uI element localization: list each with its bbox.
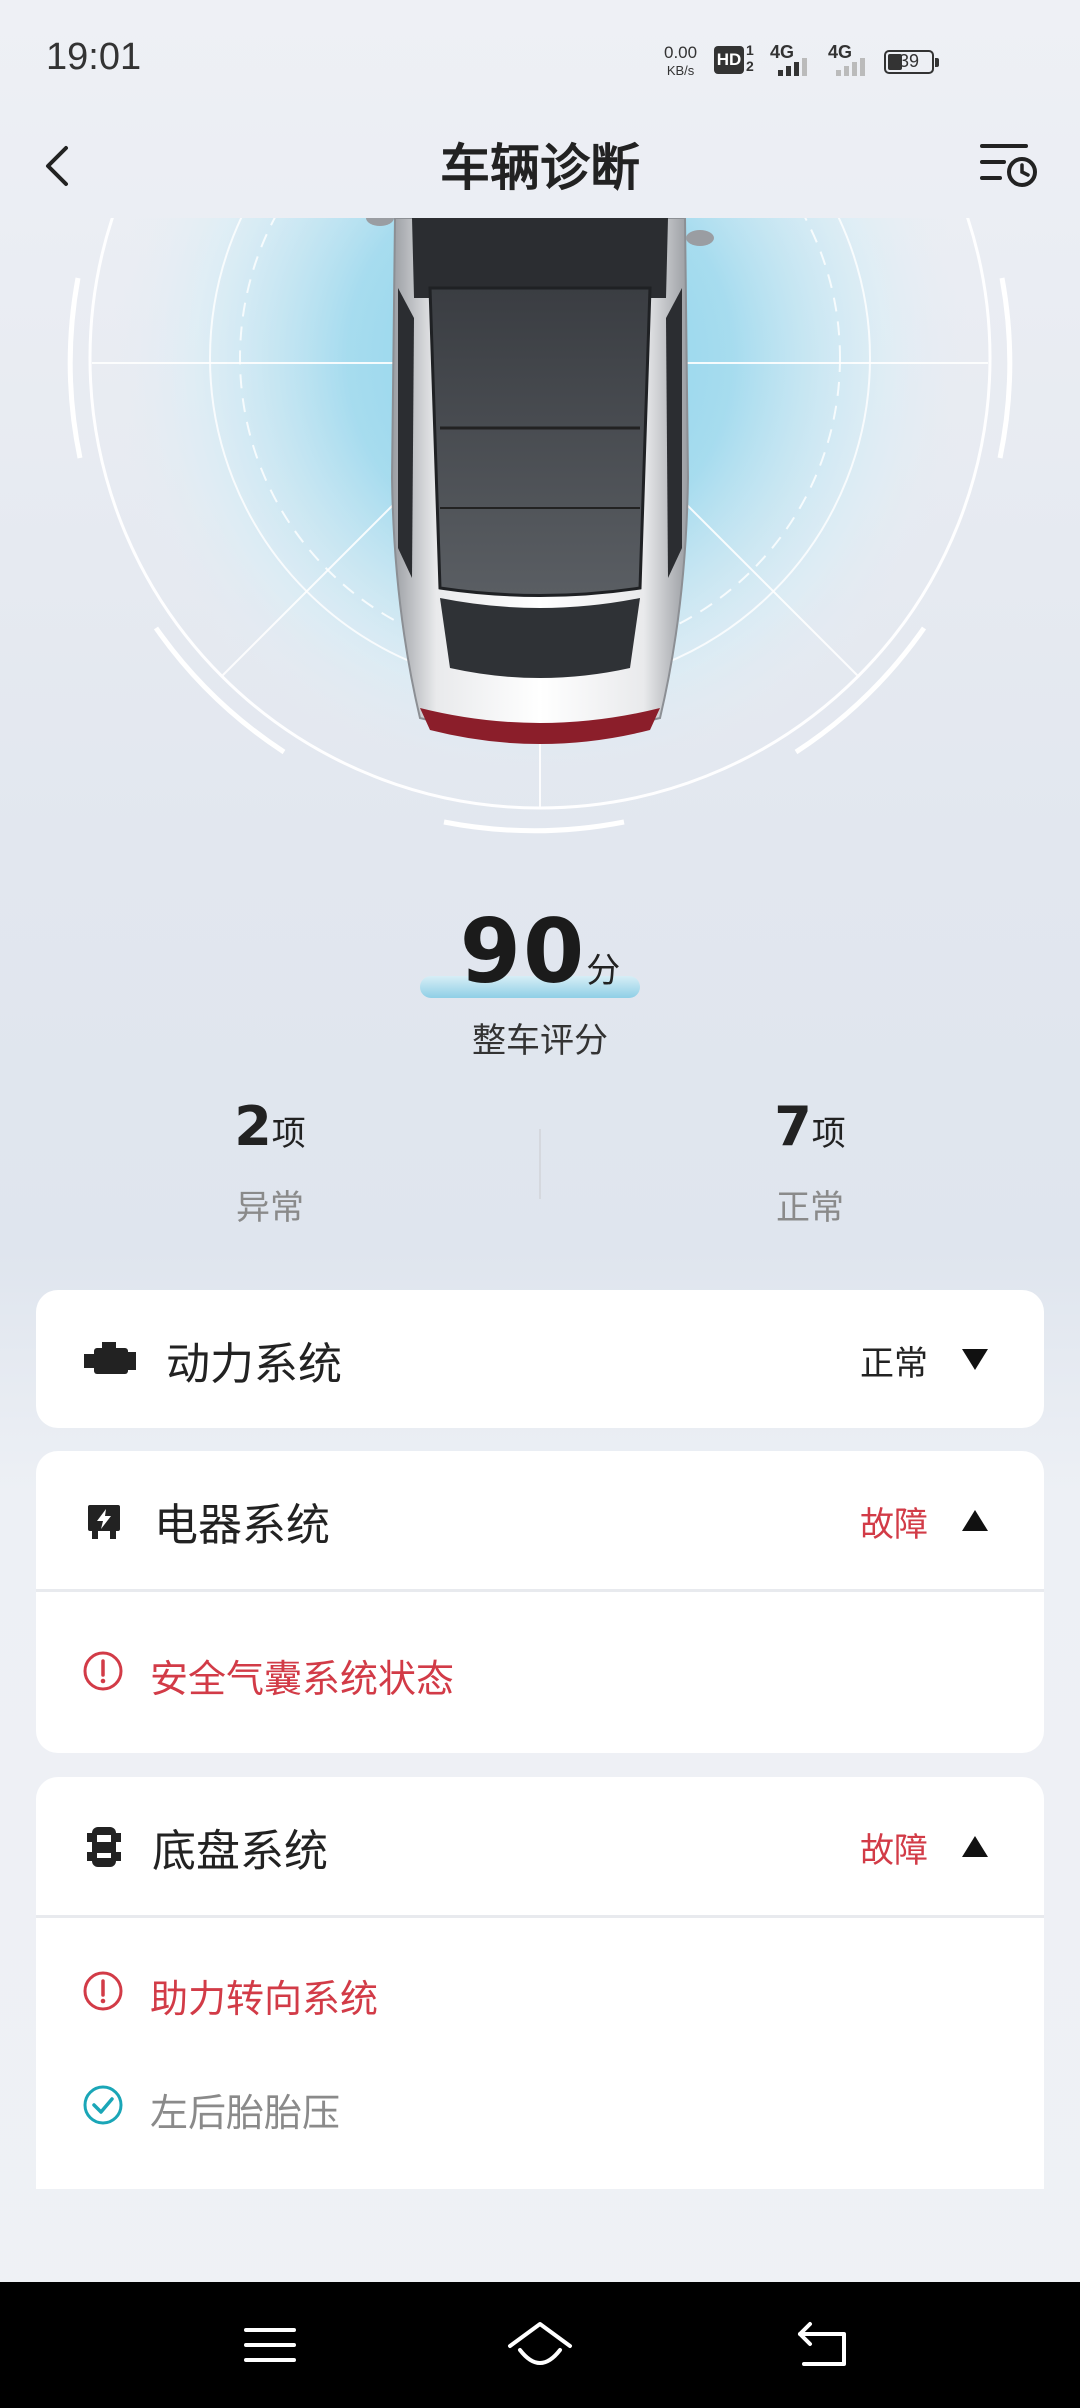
electrical-icon (88, 1505, 120, 1539)
system-status-chassis: 故障 (860, 1831, 928, 1871)
system-card-power: 动力系统 正常 (36, 1290, 1044, 1428)
abnormal-label: 异常 (236, 1188, 304, 1228)
back-icon (798, 2322, 846, 2366)
normal-unit: 项 (811, 1114, 846, 1154)
ok-item-label: 左后胎胎压 (150, 2091, 341, 2135)
hd-sub-top: 1 (746, 42, 754, 58)
signal-icon-2: 4G (826, 42, 874, 76)
system-card-chassis: 底盘系统 故障 助力转向系统 左后胎胎压 (36, 1777, 1044, 2189)
score-value: 90 (459, 900, 587, 1003)
collapse-arrow-up-icon[interactable] (960, 1507, 990, 1533)
collapse-arrow-up-icon[interactable] (960, 1833, 990, 1859)
normal-label: 正常 (776, 1188, 844, 1228)
system-header-power[interactable]: 动力系统 正常 (36, 1290, 1044, 1428)
net-speed: 0.00 KB/s (664, 44, 697, 80)
fault-item-label: 安全气囊系统状态 (150, 1657, 455, 1701)
menu-icon (244, 2328, 296, 2362)
ok-item[interactable]: 左后胎胎压 (36, 2052, 1044, 2166)
chassis-icon (87, 1827, 121, 1867)
normal-stat: 7项 正常 (660, 1095, 960, 1229)
hd-icon: HD (714, 46, 744, 74)
hd-sub-bottom: 2 (746, 58, 754, 74)
app-header: 车辆诊断 (0, 110, 1080, 220)
history-list-icon (980, 144, 1037, 187)
system-header-chassis[interactable]: 底盘系统 故障 (36, 1777, 1044, 1915)
stats-divider (539, 1129, 541, 1199)
car-diagnosis-illustration (0, 218, 1080, 858)
warning-circle-icon (83, 1971, 123, 2011)
score-unit: 分 (586, 951, 621, 991)
system-header-electrical[interactable]: 电器系统 故障 (36, 1451, 1044, 1589)
system-status-power: 正常 (860, 1344, 928, 1384)
normal-count: 7 (774, 1095, 812, 1158)
radar-graphic (67, 218, 1013, 834)
history-button[interactable] (976, 132, 1040, 196)
system-name-electrical: 电器系统 (154, 1500, 330, 1551)
fault-item[interactable]: 安全气囊系统状态 (36, 1592, 1044, 1752)
system-status-electrical: 故障 (860, 1505, 928, 1545)
net-speed-value: 0.00 (664, 43, 698, 62)
engine-icon (84, 1342, 136, 1374)
back-nav-button[interactable] (788, 2310, 860, 2380)
hd-sub-label: 1 2 (746, 42, 754, 74)
status-bar: 19:01 0.00 KB/s HD 1 2 4G 4G 39 (0, 0, 1080, 110)
home-button[interactable] (504, 2310, 576, 2380)
net-speed-unit: KB/s (666, 63, 695, 78)
score-label: 整车评分 (472, 1021, 608, 1061)
warning-circle-icon (83, 1651, 123, 1691)
abnormal-unit: 项 (271, 1114, 306, 1154)
overall-score: 90分 整车评分 (0, 900, 1080, 1062)
abnormal-stat: 2项 异常 (120, 1095, 420, 1229)
system-card-electrical: 电器系统 故障 安全气囊系统状态 (36, 1451, 1044, 1753)
battery-icon: 39 (884, 50, 939, 74)
car-top-view-icon (366, 218, 714, 744)
fault-item[interactable]: 助力转向系统 (36, 1918, 1044, 2052)
check-circle-icon (83, 2085, 123, 2125)
score-display: 90分 (419, 900, 641, 1003)
system-name-power: 动力系统 (166, 1339, 342, 1390)
status-time: 19:01 (46, 36, 142, 78)
abnormal-count: 2 (234, 1095, 272, 1158)
signal-icon-1: 4G (768, 42, 816, 76)
diagnosis-stats: 2项 异常 7项 正常 (0, 1095, 1080, 1235)
fault-item-label: 助力转向系统 (150, 1977, 379, 2021)
system-navigation-bar (0, 2282, 1080, 2408)
home-icon (508, 2322, 572, 2365)
menu-button[interactable] (234, 2310, 306, 2380)
expand-arrow-down-icon[interactable] (960, 1346, 990, 1372)
page-title: 车辆诊断 (440, 139, 640, 197)
system-name-chassis: 底盘系统 (152, 1826, 328, 1877)
battery-level: 39 (898, 51, 920, 71)
